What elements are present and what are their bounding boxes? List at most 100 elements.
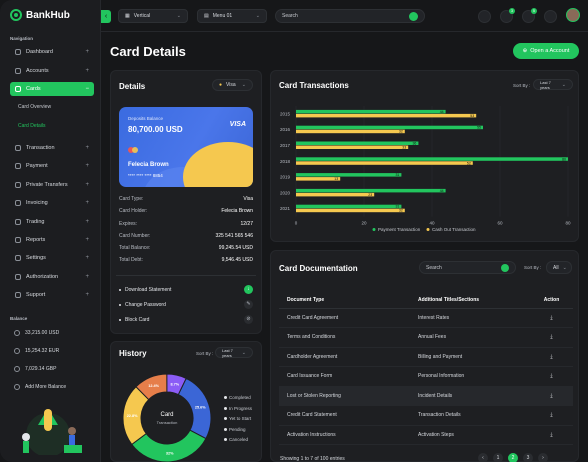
column-header: Document Type (279, 292, 410, 309)
download-icon[interactable]: ↓ (244, 285, 253, 294)
bar (296, 161, 473, 165)
download-icon[interactable]: ⤓ (530, 327, 573, 348)
download-statement-action[interactable]: Download Statement ↓ (119, 285, 253, 294)
translate-icon[interactable] (544, 10, 557, 23)
sidebar-item-cards[interactable]: Cards − (10, 82, 94, 96)
bar (296, 208, 405, 213)
sidebar-subitem-card-overview[interactable]: Card Overview (18, 104, 51, 110)
search-icon[interactable] (501, 263, 509, 272)
bar (296, 192, 375, 197)
detail-row: Card Type: Visa (119, 196, 253, 202)
sidebar-item-private-transfers[interactable]: Private Transfers + (10, 178, 94, 192)
download-icon[interactable]: ⤓ (530, 386, 573, 406)
pagination-next-button[interactable]: › (538, 453, 548, 462)
transfer-icon (15, 182, 21, 188)
document-type-cell: Credit Card Agreement (279, 308, 410, 328)
plus-icon: + (85, 255, 89, 261)
documentation-sort-select[interactable]: All ⌄ (546, 261, 572, 274)
bar (296, 141, 419, 145)
collapse-sidebar-button[interactable]: ‹ (101, 10, 111, 23)
details-title: Details (119, 82, 146, 91)
global-search-input[interactable]: Search (275, 9, 425, 23)
plus-icon: + (85, 49, 89, 55)
section-cell: Interest Rates (410, 308, 530, 328)
credit-card[interactable]: Deposits Balance 80,700.00 USD VISA Fele… (119, 107, 253, 187)
sidebar-subitem-card-details[interactable]: Card Details (18, 123, 46, 129)
change-password-action[interactable]: Change Password ✎ (119, 300, 253, 309)
balance-usd: 33,215.00 USD (14, 330, 59, 336)
edit-icon[interactable]: ✎ (244, 300, 253, 309)
lock-icon (15, 274, 21, 280)
sidebar-item-accounts[interactable]: Accounts + (10, 64, 94, 78)
balance-gbp: 7,029.14 GBP (14, 366, 56, 372)
settings-icon[interactable]: 5 (522, 8, 537, 23)
layout-icon: ▦ (125, 13, 130, 19)
history-sort-select[interactable]: Last 7 years ⌄ (215, 347, 253, 358)
sidebar-item-dashboard[interactable]: Dashboard + (10, 45, 94, 59)
download-icon[interactable]: ⤓ (530, 405, 573, 426)
sidebar-item-support[interactable]: Support + (10, 288, 94, 302)
detail-value: 99,245.54 USD (218, 245, 253, 251)
card-select-value: Visa (226, 82, 236, 88)
card-type-select[interactable]: ● Visa ⌄ (212, 79, 253, 91)
nav-section-title: Navigation (10, 36, 34, 41)
donut-center-title: Card (160, 412, 174, 418)
download-icon[interactable]: ⤓ (530, 308, 573, 328)
download-icon[interactable]: ⤓ (530, 425, 573, 445)
balance-value: 15,254.32 EUR (25, 348, 60, 354)
avatar[interactable] (566, 8, 580, 22)
legend-marker (224, 427, 227, 431)
bar (296, 145, 409, 149)
legend-label: Pending (229, 426, 246, 432)
block-card-action[interactable]: Block Card ⊘ (119, 315, 253, 324)
plus-icon: + (85, 219, 89, 225)
brand-logo[interactable]: BankHub (10, 9, 70, 21)
gear-icon (15, 255, 21, 261)
documentation-search-input[interactable]: Search (419, 261, 516, 274)
bell-icon[interactable]: 3 (500, 8, 515, 23)
sidebar-item-authorization[interactable]: Authorization + (10, 270, 94, 284)
pagination-prev-button[interactable]: ‹ (478, 453, 488, 462)
sidebar-item-trading[interactable]: Trading + (10, 215, 94, 229)
legend-label: Completed (229, 395, 251, 400)
add-balance-link[interactable]: Add More Balance (14, 384, 66, 390)
download-icon[interactable]: ⤓ (530, 366, 573, 387)
balance-value: 7,029.14 GBP (25, 366, 57, 372)
legend-item: Pending (224, 427, 246, 432)
transactions-sort-select[interactable]: Last 7 years ⌄ (533, 79, 573, 90)
search-icon[interactable] (409, 11, 418, 21)
pagination-page-button[interactable]: 1 (493, 453, 503, 462)
data-label: 31 (395, 173, 399, 177)
plus-circle-icon (14, 384, 20, 390)
sidebar-item-settings[interactable]: Settings + (10, 251, 94, 265)
download-icon[interactable]: ⤓ (530, 347, 573, 367)
phone-icon[interactable] (478, 10, 491, 23)
history-sort-label: Sort By : (196, 351, 214, 356)
pagination-page-button[interactable]: 2 (508, 453, 518, 462)
sidebar-item-invoicing[interactable]: Invoicing + (10, 196, 94, 210)
brand-icon (10, 9, 22, 21)
data-label: 23 (368, 193, 372, 197)
action-label: Block Card (125, 316, 150, 323)
section-cell: Activation Steps (410, 425, 530, 445)
layout-select[interactable]: ▦ Vertical ⌄ (118, 9, 188, 23)
support-icon (15, 292, 21, 298)
sidebar-item-transaction[interactable]: Transaction + (10, 141, 94, 155)
menu-select[interactable]: ▤ Menu 01 ⌄ (197, 9, 267, 23)
open-account-button[interactable]: ⊕ Open a Account (513, 43, 579, 59)
card-documentation-title: Card Documentation (279, 264, 358, 273)
sidebar-item-reports[interactable]: Reports + (10, 233, 94, 247)
donut-center-subtitle: Transaction (156, 420, 178, 425)
plus-icon: + (85, 145, 89, 151)
detail-value: 9,546.45 USD (221, 257, 253, 263)
plus-icon: + (85, 237, 89, 243)
pagination-page-button[interactable]: 3 (523, 453, 533, 462)
data-label: 32 (399, 209, 403, 213)
chevron-down-icon: ⌄ (176, 13, 181, 19)
block-icon[interactable]: ⊘ (244, 315, 253, 324)
legend-marker (372, 228, 376, 231)
legend-marker (224, 406, 227, 410)
sidebar-item-payment[interactable]: Payment + (10, 159, 94, 173)
open-account-label: Open a Account (530, 48, 570, 54)
balance-value: 33,215.00 USD (25, 330, 60, 336)
